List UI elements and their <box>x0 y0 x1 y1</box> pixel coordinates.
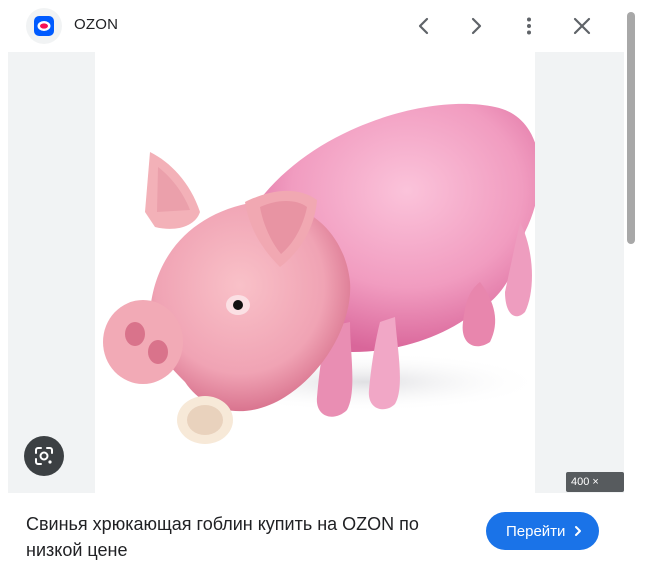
chevron-right-icon <box>575 526 582 536</box>
visit-button[interactable]: Перейти <box>486 512 600 550</box>
previous-button[interactable] <box>406 8 442 44</box>
pig-toy-illustration <box>103 104 535 444</box>
result-title[interactable]: Свинья хрюкающая гоблин купить на OZON п… <box>26 511 466 563</box>
lens-icon <box>35 447 53 465</box>
product-image[interactable] <box>95 52 535 493</box>
visit-button-label: Перейти <box>506 522 566 540</box>
chevron-right-icon <box>471 17 482 35</box>
scrollbar-thumb[interactable] <box>627 12 635 244</box>
image-viewer: 400 × 400 <box>8 52 624 493</box>
more-options-button[interactable] <box>511 8 547 44</box>
chevron-left-icon <box>418 17 429 35</box>
ozon-logo-icon <box>26 8 62 44</box>
close-button[interactable] <box>564 8 600 44</box>
image-preview-panel: OZON 400 × Свинья хрюкающая гоблин купит… <box>8 0 624 574</box>
next-button[interactable] <box>458 8 494 44</box>
more-vert-icon <box>527 17 531 35</box>
site-name[interactable]: OZON <box>74 16 118 33</box>
preview-footer: Свинья хрюкающая гоблин купить на OZON п… <box>8 493 624 574</box>
preview-header: OZON <box>8 0 624 52</box>
image-dimensions-badge: 400 × 400 <box>566 472 624 492</box>
vertical-scrollbar[interactable] <box>624 0 654 574</box>
close-icon <box>573 17 591 35</box>
lens-search-button[interactable] <box>24 436 64 476</box>
